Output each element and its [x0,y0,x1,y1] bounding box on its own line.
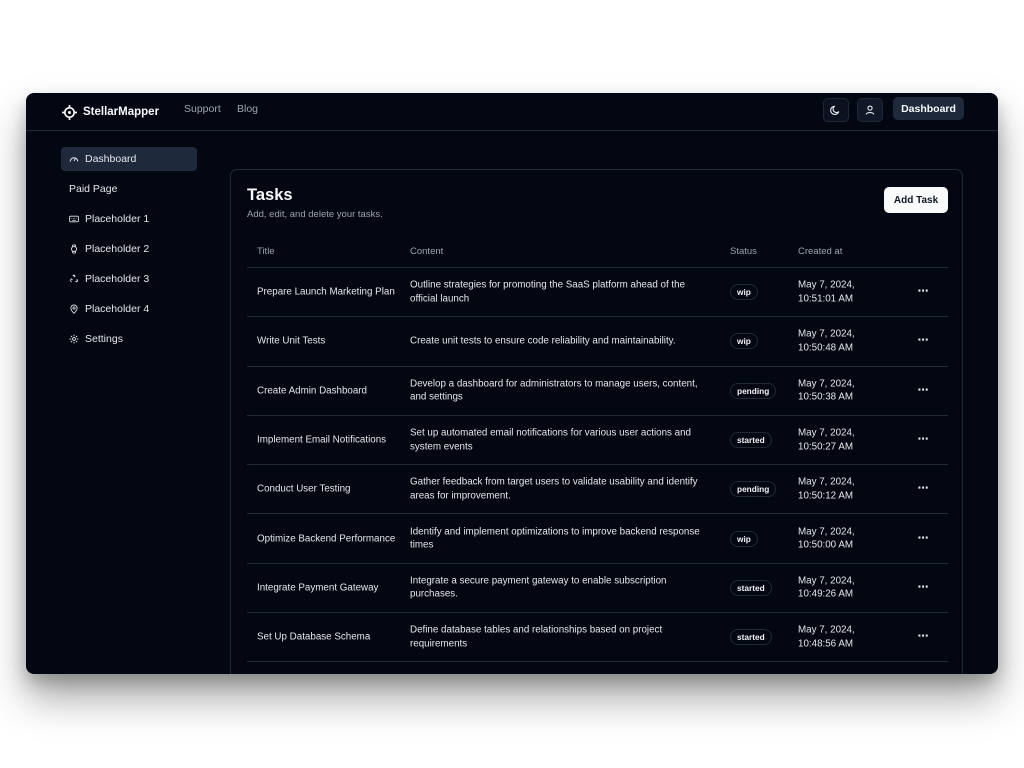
top-navbar: StellarMapper Support Blog Dashboard [26,93,998,131]
recycle-icon [69,274,79,283]
row-actions-button[interactable]: ⋯ [915,630,931,644]
watch-icon [71,244,77,254]
sidebar-item-label: Placeholder 1 [85,213,150,225]
sidebar-item-placeholder-3[interactable]: Placeholder 3 [61,267,197,291]
column-header-created: Created at [798,246,843,257]
sidebar-item-label: Dashboard [85,153,137,165]
status-badge: started [730,629,772,646]
status-cell: pending [730,382,777,399]
column-header-status: Status [730,246,757,257]
table-row[interactable]: Prepare Launch Marketing Plan Outline st… [247,268,948,318]
task-content: Integrate a secure payment gateway to en… [410,575,667,600]
row-actions-button[interactable]: ⋯ [915,285,931,299]
task-content: Identify and implement optimizations to … [410,526,700,551]
row-actions-button[interactable]: ⋯ [915,581,931,595]
task-title: Optimize Backend Performance [257,532,396,544]
sidebar-item-label: Placeholder 2 [85,243,150,255]
task-title: Conduct User Testing [257,483,351,495]
task-title: Prepare Launch Marketing Plan [257,286,395,298]
nav-link-blog[interactable]: Blog [237,103,258,115]
sidebar-item-placeholder-1[interactable]: Placeholder 1 [61,207,197,231]
status-badge: started [730,432,772,449]
dashboard-button[interactable]: Dashboard [893,97,964,120]
task-created-at: May 7, 2024, 10:50:38 AM [798,378,855,403]
row-actions-button[interactable]: ⋯ [915,483,931,497]
status-badge: wip [730,333,758,350]
task-content: Create unit tests to ensure code reliabi… [410,335,676,347]
task-title: Create Admin Dashboard [257,384,368,396]
table-header: Title Content Status Created at [247,236,948,268]
keyboard-icon [69,215,79,223]
gear-icon [69,334,79,344]
column-header-content: Content [410,246,444,257]
add-task-button[interactable]: Add Task [884,187,948,213]
column-header-title: Title [257,246,275,257]
task-title: Set Up Database Schema [257,631,371,643]
task-created-at: May 7, 2024, 10:50:12 AM [798,476,855,502]
nav-link-support[interactable]: Support [184,103,221,115]
table-row[interactable]: Optimize Backend Performance Identify an… [247,514,948,564]
status-badge: started [730,579,772,596]
logo-icon [62,104,77,120]
user-menu-button[interactable] [857,98,883,122]
sidebar-item-placeholder-4[interactable]: Placeholder 4 [61,297,197,321]
task-content: Outline strategies for promoting the Saa… [410,279,686,305]
task-content: Gather feedback from target users to val… [410,476,698,502]
task-created-at: May 7, 2024, 10:50:27 AM [798,427,855,453]
task-created-at: May 7, 2024, 10:50:00 AM [798,526,855,551]
page-subtitle: Add, edit, and delete your tasks. [247,209,383,220]
task-title: Implement Email Notifications [257,434,387,446]
page-title: Tasks [247,186,293,204]
task-title: Integrate Payment Gateway [257,582,379,594]
brand-logo-link[interactable]: StellarMapper [62,101,159,123]
tasks-card: Tasks Add, edit, and delete your tasks. … [230,169,963,674]
task-created-at: May 7, 2024, 10:48:56 AM [798,624,855,650]
table-row[interactable]: Conduct User Testing Gather feedback fro… [247,465,948,515]
sidebar-item-label: Paid Page [69,183,118,195]
status-cell: wip [730,333,758,350]
task-content: Define database tables and relationships… [410,624,663,650]
status-badge: pending [730,382,777,399]
map-pin-icon [70,304,78,314]
row-actions-button[interactable]: ⋯ [915,384,931,398]
row-actions-button[interactable]: ⋯ [915,532,931,546]
table-row[interactable]: Write Unit Tests Create unit tests to en… [247,317,948,367]
moon-icon [830,105,840,116]
sidebar: Dashboard Paid Page Placeholder 1 Placeh… [61,147,197,357]
sidebar-item-label: Settings [85,333,123,345]
app-window: StellarMapper Support Blog Dashboard Das… [26,93,998,674]
sidebar-item-paid-page[interactable]: Paid Page [61,177,197,201]
sidebar-item-dashboard[interactable]: Dashboard [61,147,197,171]
task-created-at: May 7, 2024, 10:50:48 AM [798,328,855,354]
row-actions-button[interactable]: ⋯ [915,433,931,447]
status-cell: wip [730,530,758,547]
sidebar-item-settings[interactable]: Settings [61,327,197,351]
table-row[interactable]: Create Admin Dashboard Develop a dashboa… [247,367,948,416]
status-cell: started [730,629,772,646]
tasks-table: Title Content Status Created at Prepare … [247,236,948,663]
task-created-at: May 7, 2024, 10:49:26 AM [798,575,855,600]
status-cell: started [730,579,772,596]
sidebar-item-label: Placeholder 3 [85,273,150,285]
status-badge: wip [730,530,758,547]
sidebar-item-placeholder-2[interactable]: Placeholder 2 [61,237,197,261]
task-content: Set up automated email notifications for… [410,427,692,453]
table-row[interactable]: Implement Email Notifications Set up aut… [247,416,948,466]
status-badge: wip [730,284,758,301]
status-cell: wip [730,284,758,301]
status-cell: pending [730,481,777,498]
task-content: Develop a dashboard for administrators t… [410,378,698,403]
table-row[interactable]: Integrate Payment Gateway Integrate a se… [247,564,948,614]
task-title: Write Unit Tests [257,335,326,347]
status-badge: pending [730,481,777,498]
row-actions-button[interactable]: ⋯ [915,335,931,349]
theme-toggle-button[interactable] [823,98,849,122]
table-row[interactable]: Set Up Database Schema Define database t… [247,613,948,663]
gauge-icon [69,157,79,162]
task-created-at: May 7, 2024, 10:51:01 AM [798,279,855,305]
brand-name: StellarMapper [83,106,160,118]
user-icon [865,105,875,115]
status-cell: started [730,432,772,449]
sidebar-item-label: Placeholder 4 [85,303,150,315]
